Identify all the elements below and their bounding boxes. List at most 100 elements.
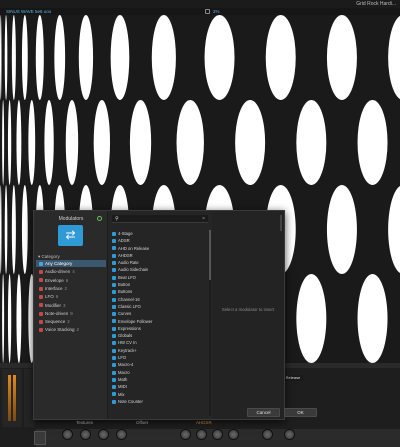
env-knob[interactable] [284,429,295,440]
wave-lobe [110,15,130,100]
track-header: SINUS WAVE 5e6 ooo 2% [0,8,400,15]
modulator-item[interactable]: Classic LFO [111,303,207,310]
power-icon[interactable] [97,216,102,221]
release-label: Release [283,375,303,381]
env-knob[interactable] [180,429,191,440]
category-item[interactable]: Envelope 6 [36,277,106,284]
track-name[interactable]: SINUS WAVE 5e6 ooo [6,8,51,15]
search-input[interactable] [122,216,192,222]
ahdsr-label: AHDSR [196,420,212,425]
modulator-item[interactable]: Button [111,281,207,288]
category-item[interactable]: LFO 6 [36,293,106,300]
modulator-item[interactable]: Note Counter [111,398,207,405]
modulator-item[interactable]: AHD on Release [111,245,207,252]
modulator-item[interactable]: HW CV In [111,339,207,346]
category-item[interactable]: Audio-driven 4 [36,268,106,275]
modulator-item[interactable]: AHDSR [111,252,207,259]
wave-lobe [21,15,28,100]
env-knob[interactable] [228,429,239,440]
modulator-item[interactable]: Audio Rate [111,259,207,266]
scroll-thumb[interactable] [209,230,211,280]
modulator-item-label: Math [118,376,128,382]
category-pane: Modulators ⇄ ▾ Category Any Category Audi… [34,211,108,419]
category-icon [39,278,43,283]
modulator-item-label: LFO [118,355,127,361]
detail-scrollbar[interactable] [280,215,282,231]
wave-lobe [0,15,2,100]
glide-knob[interactable] [62,429,73,440]
textures-label: Textures [76,420,94,425]
wave-lobe [357,274,388,363]
wave-lobe [21,185,28,274]
wave-lobe [326,15,357,100]
toolbar-toggle-icon[interactable] [205,9,210,14]
modulator-item[interactable]: Envelope Follower [111,318,207,325]
modulator-item[interactable]: ADSR [111,237,207,244]
modulator-item[interactable]: Math [111,376,207,383]
clear-icon[interactable]: × [202,215,205,223]
modulator-item[interactable]: Beat LFO [111,274,207,281]
category-icon [39,270,43,275]
wave-lobe [4,15,8,100]
width-knob[interactable] [116,429,127,440]
category-count: 2 [76,327,80,333]
category-item[interactable]: Modifier 3 [36,302,106,309]
wave-lobe [11,185,16,274]
wave-lobe [151,15,176,100]
modulator-item-label: Note Counter [118,398,143,404]
modulator-item[interactable]: Expressions [111,325,207,332]
modulator-item[interactable]: LFO [111,354,207,361]
texture-knob[interactable] [80,429,91,440]
category-label: Audio-driven [45,269,71,275]
modulator-item[interactable]: Channel-16 [111,296,207,303]
category-item[interactable]: Any Category [36,260,106,267]
modulator-item[interactable]: Macro [111,369,207,376]
modulator-item[interactable]: Mix [111,391,207,398]
modulator-item-label: Buttons [118,289,133,295]
ok-button[interactable]: OK [284,408,317,417]
modulator-item-label: Globals [118,333,133,339]
wave-lobe [2,274,5,363]
wave-lobe [16,274,22,363]
modulator-item[interactable]: Buttons [111,288,207,295]
category-item[interactable]: Interface 2 [36,285,106,292]
category-item[interactable]: Note-driven 9 [36,310,106,317]
wave-lobe [0,185,2,274]
category-icon [39,328,43,333]
modulator-item-icon [112,268,116,273]
modulator-item[interactable]: Curves [111,310,207,317]
wave-lobe [11,15,16,100]
modulator-item-icon [112,282,116,287]
modulator-item[interactable]: Macro-4 [111,361,207,368]
modulator-item-icon [112,377,116,382]
modulator-item-label: Mix [118,391,125,397]
list-scrollbar[interactable] [209,230,211,416]
env-knob[interactable] [212,429,223,440]
cancel-button[interactable]: Cancel [247,408,280,417]
level-meter [13,375,16,421]
modulator-item-icon [112,370,116,375]
modulator-item[interactable]: 4-Stage [111,230,207,237]
modulator-icon: ⇄ [58,225,83,246]
wave-lobe [235,100,266,185]
wave-lobe [326,185,357,274]
modulator-item[interactable]: Audio Sidechain [111,266,207,273]
wave-lobe [44,100,54,185]
modulator-item[interactable]: Keytrack+ [111,347,207,354]
modulator-item-label: Macro [118,369,130,375]
modulator-item-icon [112,261,116,266]
wave-lobe [7,100,12,185]
modulator-item[interactable]: Globals [111,332,207,339]
stereo-knob[interactable] [98,429,109,440]
modulator-list: 4-Stage ADSR AHD on Release AHDSR Audio Rate… [111,230,207,416]
env-knob[interactable] [196,429,207,440]
modulator-item[interactable]: MIDI [111,383,207,390]
modulator-item-label: Envelope Follower [118,318,153,324]
category-icon [39,303,43,308]
category-icon [39,319,43,324]
pointer-tool-button[interactable] [34,431,46,445]
category-header-label: Category [41,254,60,259]
env-knob[interactable] [262,429,273,440]
category-item[interactable]: Sequence 2 [36,318,106,325]
category-item[interactable]: Voice Stacking 2 [36,326,106,333]
